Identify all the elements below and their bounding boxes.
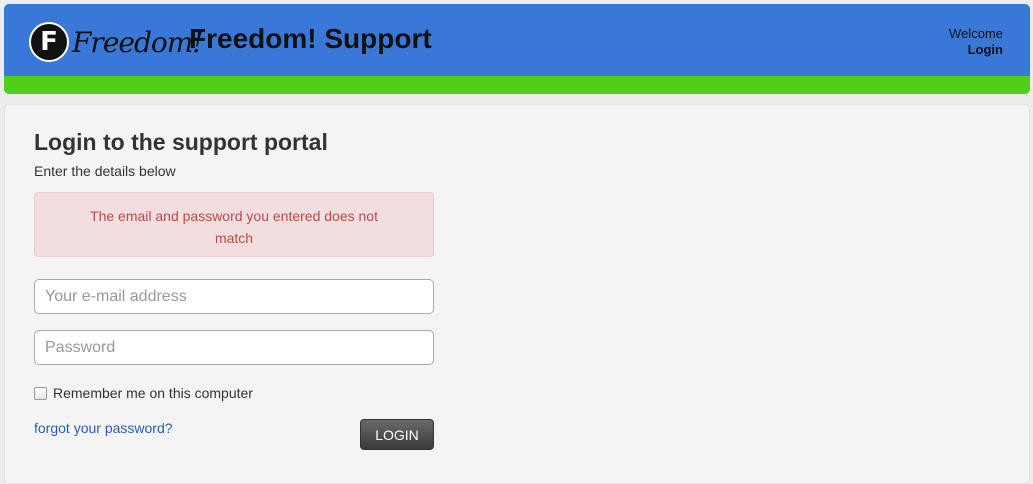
freedom-logo-icon: F <box>29 22 69 62</box>
top-header: F Freedom! Freedom! Support Welcome Logi… <box>4 4 1030 76</box>
welcome-text: Welcome <box>949 26 1003 41</box>
logo-text: Freedom! <box>72 25 204 59</box>
email-field[interactable] <box>34 279 434 314</box>
forgot-password-link[interactable]: forgot your password? <box>34 420 173 436</box>
remember-me[interactable]: Remember me on this computer <box>34 385 253 401</box>
error-alert: The email and password you entered does … <box>34 192 434 257</box>
page-subtitle: Enter the details below <box>34 163 176 179</box>
page-title: Login to the support portal <box>34 129 328 155</box>
remember-label: Remember me on this computer <box>53 385 253 401</box>
header-login-link[interactable]: Login <box>949 42 1003 58</box>
checkbox-icon[interactable] <box>34 386 47 400</box>
accent-bar <box>4 76 1030 94</box>
site-title: Freedom! Support <box>189 23 432 54</box>
welcome-area: Welcome Login <box>949 26 1003 58</box>
password-field[interactable] <box>34 330 434 365</box>
freedom-logo[interactable]: F Freedom! <box>29 20 204 64</box>
login-panel: Login to the support portal Enter the de… <box>4 104 1030 484</box>
login-button[interactable]: LOGIN <box>360 419 434 450</box>
